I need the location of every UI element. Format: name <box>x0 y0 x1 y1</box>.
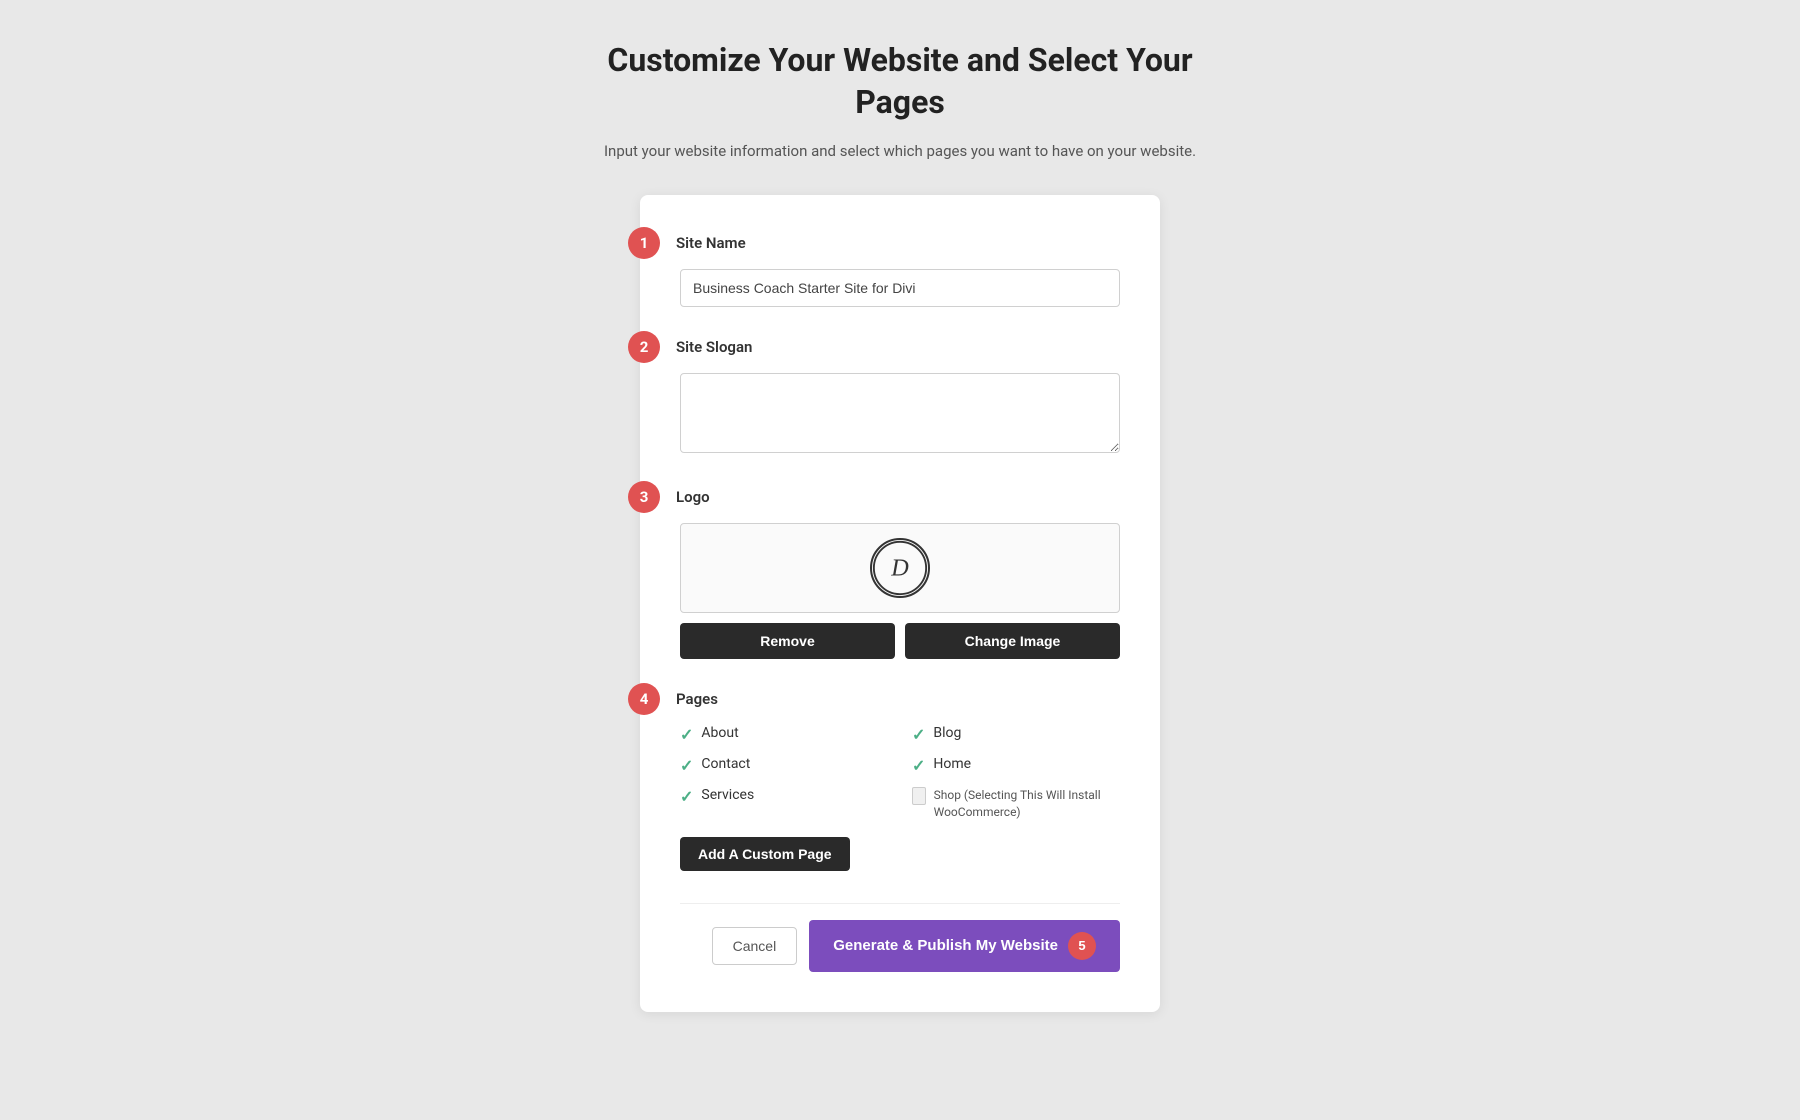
page-title: Customize Your Website and Select Your P… <box>600 40 1200 123</box>
step-4-badge: 4 <box>628 683 660 715</box>
logo-preview: D <box>680 523 1120 613</box>
checkbox-shop[interactable] <box>912 787 926 805</box>
add-custom-page-button[interactable]: Add A Custom Page <box>680 837 850 871</box>
step-5-badge: 5 <box>1068 932 1096 960</box>
generate-button-label: Generate & Publish My Website <box>833 937 1058 954</box>
step-3-header: 3 Logo <box>680 481 1120 513</box>
step-3-section: 3 Logo D Remove Change Image <box>680 481 1120 659</box>
page-label-home: Home <box>933 756 971 772</box>
checkbox-home[interactable]: ✓ <box>912 756 925 775</box>
page-label-services: Services <box>701 787 754 803</box>
page-label-contact: Contact <box>701 756 750 772</box>
page-item-contact[interactable]: ✓ Contact <box>680 756 888 775</box>
step-4-section: 4 Pages ✓ About ✓ Blog ✓ Contact ✓ Home <box>680 683 1120 879</box>
page-item-home[interactable]: ✓ Home <box>912 756 1120 775</box>
step-1-section: 1 Site Name <box>680 227 1120 307</box>
form-card: 1 Site Name 2 Site Slogan 3 Logo D Remov… <box>640 195 1160 1012</box>
step-2-label: Site Slogan <box>676 338 752 356</box>
step-2-badge: 2 <box>628 331 660 363</box>
page-item-blog[interactable]: ✓ Blog <box>912 725 1120 744</box>
site-name-input[interactable] <box>680 269 1120 307</box>
page-item-services[interactable]: ✓ Services <box>680 787 888 821</box>
page-label-shop: Shop (Selecting This Will Install WooCom… <box>934 787 1120 821</box>
step-1-header: 1 Site Name <box>680 227 1120 259</box>
checkbox-blog[interactable]: ✓ <box>912 725 925 744</box>
page-header: Customize Your Website and Select Your P… <box>600 40 1200 163</box>
change-image-button[interactable]: Change Image <box>905 623 1120 659</box>
pages-grid: ✓ About ✓ Blog ✓ Contact ✓ Home ✓ Servic <box>680 725 1120 821</box>
logo-buttons: Remove Change Image <box>680 623 1120 659</box>
step-3-label: Logo <box>676 488 710 506</box>
page-label-about: About <box>701 725 738 741</box>
page-item-about[interactable]: ✓ About <box>680 725 888 744</box>
page-label-blog: Blog <box>933 725 961 741</box>
checkbox-about[interactable]: ✓ <box>680 725 693 744</box>
step-1-label: Site Name <box>676 234 746 252</box>
site-slogan-input[interactable] <box>680 373 1120 453</box>
form-footer: Cancel Generate & Publish My Website 5 <box>680 903 1120 972</box>
svg-text:D: D <box>890 555 909 582</box>
cancel-button[interactable]: Cancel <box>712 927 798 965</box>
divi-logo-svg: D <box>872 538 928 598</box>
step-4-label: Pages <box>676 690 718 708</box>
remove-logo-button[interactable]: Remove <box>680 623 895 659</box>
page-subtitle: Input your website information and selec… <box>600 139 1200 163</box>
checkbox-contact[interactable]: ✓ <box>680 756 693 775</box>
step-4-header: 4 Pages <box>680 683 1120 715</box>
step-2-section: 2 Site Slogan <box>680 331 1120 457</box>
step-3-badge: 3 <box>628 481 660 513</box>
checkbox-services[interactable]: ✓ <box>680 787 693 806</box>
logo-icon: D <box>870 538 930 598</box>
page-item-shop[interactable]: Shop (Selecting This Will Install WooCom… <box>912 787 1120 821</box>
step-2-header: 2 Site Slogan <box>680 331 1120 363</box>
step-1-badge: 1 <box>628 227 660 259</box>
generate-publish-button[interactable]: Generate & Publish My Website 5 <box>809 920 1120 972</box>
